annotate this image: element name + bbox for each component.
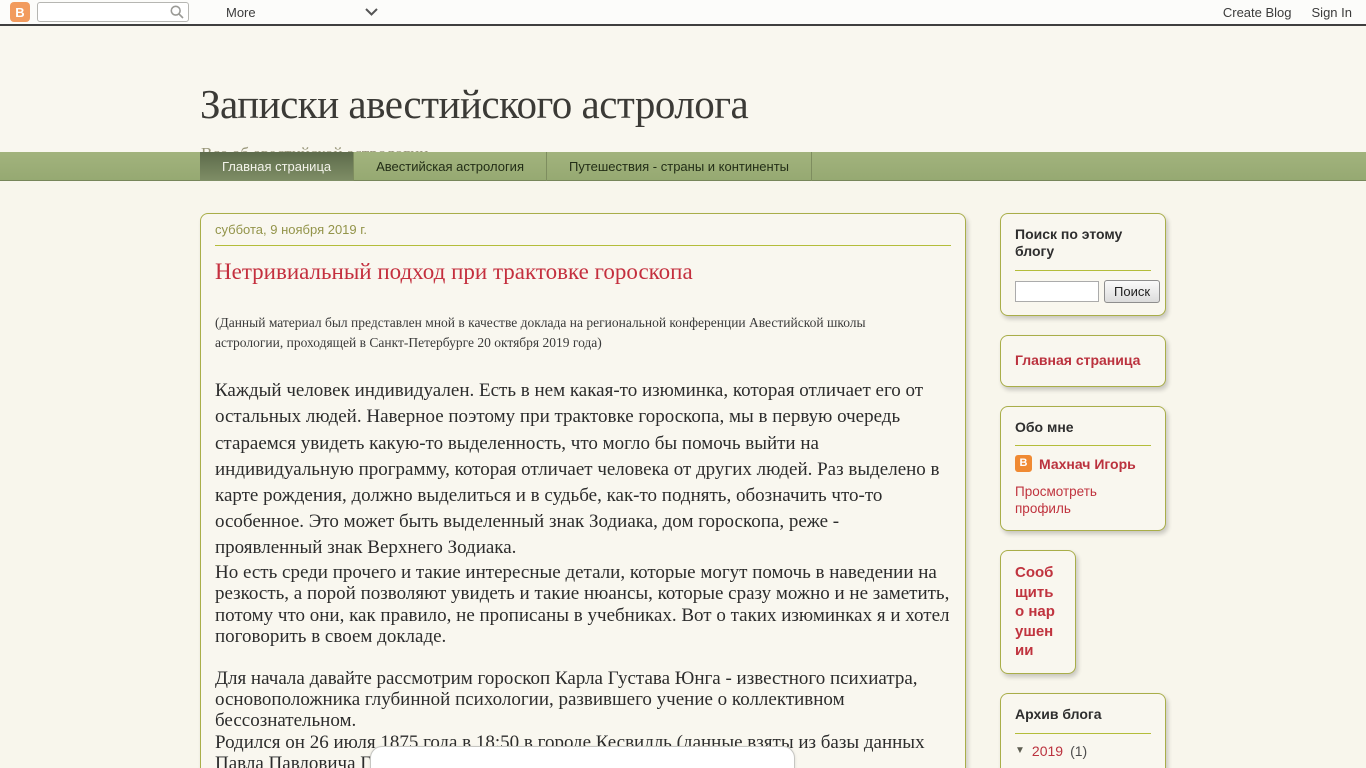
post-paragraph: Для начала давайте рассмотрим гороскоп К… <box>215 668 951 732</box>
report-abuse-link[interactable]: Сообщить о нарушении <box>1015 563 1061 661</box>
archive-title: Архив блога <box>1015 706 1151 723</box>
view-profile-link[interactable]: Просмотреть профиль <box>1015 484 1115 518</box>
search-widget-title: Поиск по этому блогу <box>1015 226 1151 260</box>
chevron-down-icon <box>365 8 378 16</box>
tabbar-spacer <box>0 152 200 180</box>
navbar-search-input[interactable] <box>37 2 189 22</box>
post-image[interactable] <box>370 746 795 768</box>
search-widget: Поиск по этому блогу Поиск <box>1000 213 1166 316</box>
report-abuse-widget: Сообщить о нарушении <box>1000 550 1076 674</box>
sidebar-search-button[interactable]: Поиск <box>1104 280 1160 303</box>
create-blog-link[interactable]: Create Blog <box>1223 5 1292 20</box>
post-paragraph: Каждый человек индивидуален. Есть в нем … <box>215 378 951 562</box>
more-label: More <box>226 5 256 20</box>
blogger-logo-icon[interactable]: B <box>10 2 30 22</box>
profile-name-link[interactable]: Махнач Игорь <box>1039 456 1136 472</box>
blog-title[interactable]: Записки авестийского астролога <box>200 80 748 128</box>
tab-travel-countries[interactable]: Путешествия - страны и континенты <box>547 152 812 181</box>
post-container: суббота, 9 ноября 2019 г. Нетривиальный … <box>200 213 966 768</box>
widget-divider <box>1015 733 1151 734</box>
blog-header: Записки авестийского астролога Все об ав… <box>0 26 1366 152</box>
sign-in-link[interactable]: Sign In <box>1312 5 1352 20</box>
post-title[interactable]: Нетривиальный подход при трактовке горос… <box>215 259 951 285</box>
more-dropdown[interactable]: More <box>226 2 378 22</box>
about-me-title: Обо мне <box>1015 419 1151 436</box>
widget-divider <box>1015 270 1151 271</box>
blogger-profile-icon[interactable]: B <box>1015 455 1032 472</box>
tab-avestan-astrology[interactable]: Авестийская астрология <box>354 152 547 181</box>
navbar-links: Create Blog Sign In <box>1223 5 1352 20</box>
search-icon[interactable] <box>170 5 184 19</box>
post-intro-note: (Данный материал был представлен мной в … <box>215 313 935 352</box>
sidebar: Поиск по этому блогу Поиск Главная стран… <box>1000 213 1166 768</box>
collapse-toggle-icon[interactable]: ▼ <box>1015 745 1025 756</box>
about-me-widget: Обо мне B Махнач Игорь Просмотреть профи… <box>1000 406 1166 532</box>
nav-tabbar: Главная страница Авестийская астрология … <box>0 152 1366 181</box>
sidebar-search-input[interactable] <box>1015 281 1099 302</box>
blog-archive-widget: Архив блога ▼ 2019 (1) ▼ ноября (1) <box>1000 693 1166 768</box>
pages-widget: Главная страница <box>1000 335 1166 387</box>
post-date: суббота, 9 ноября 2019 г. <box>215 222 951 237</box>
archive-year-link[interactable]: 2019 <box>1032 743 1063 759</box>
post-divider <box>215 245 951 246</box>
navbar-search-box <box>37 2 189 22</box>
tab-home[interactable]: Главная страница <box>200 152 354 181</box>
archive-year-count: (1) <box>1070 743 1087 759</box>
sidebar-home-link[interactable]: Главная страница <box>1015 352 1140 368</box>
post-paragraph: Но есть среди прочего и такие интересные… <box>215 562 951 648</box>
blogger-navbar: B More Create Blog Sign In <box>0 0 1366 26</box>
widget-divider <box>1015 445 1151 446</box>
